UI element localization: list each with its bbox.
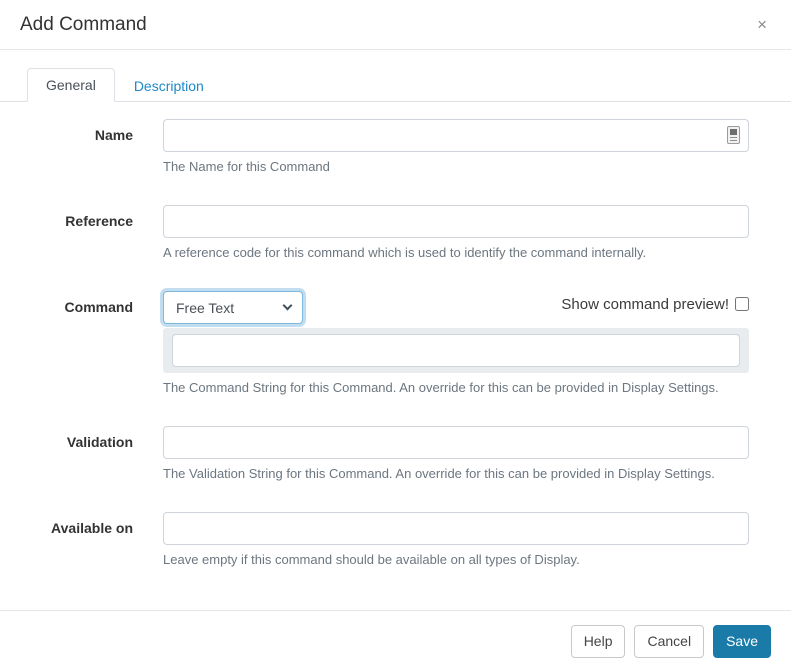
name-field-group: Name The Name for this Command [27, 119, 749, 175]
tab-general[interactable]: General [27, 68, 115, 102]
close-icon[interactable]: × [753, 14, 771, 35]
add-command-modal: Add Command × General Description Name T… [0, 0, 791, 672]
available-on-field-group: Available on Leave empty if this command… [27, 512, 749, 568]
validation-help: The Validation String for this Command. … [163, 466, 715, 481]
reference-help: A reference code for this command which … [163, 245, 647, 260]
validation-input[interactable] [163, 426, 749, 459]
name-help: The Name for this Command [163, 159, 330, 174]
reference-field-group: Reference A reference code for this comm… [27, 205, 749, 261]
command-field-group: Command Free Text Show command preview! [27, 291, 749, 396]
reference-input[interactable] [163, 205, 749, 238]
save-button[interactable]: Save [713, 625, 771, 658]
modal-header: Add Command × [0, 0, 791, 50]
tab-bar: General Description [0, 50, 791, 102]
command-label: Command [64, 299, 133, 315]
command-string-input[interactable] [172, 334, 740, 367]
available-on-input[interactable] [163, 512, 749, 545]
command-help: The Command String for this Command. An … [163, 380, 719, 395]
modal-title: Add Command [20, 14, 147, 35]
command-preview-label: Show command preview! [561, 296, 729, 313]
autofill-icon [727, 126, 740, 144]
command-preview-toggle: Show command preview! [561, 291, 749, 314]
modal-body: Name The Name for this Command Reference… [0, 102, 791, 643]
help-button[interactable]: Help [570, 625, 626, 658]
command-type-select[interactable]: Free Text [163, 291, 303, 324]
cancel-button[interactable]: Cancel [634, 625, 705, 658]
show-command-preview-checkbox[interactable] [735, 297, 749, 311]
validation-label: Validation [66, 434, 133, 450]
command-input-wrap [163, 328, 749, 373]
name-input[interactable] [163, 119, 749, 152]
available-on-help: Leave empty if this command should be av… [163, 552, 580, 567]
tab-description[interactable]: Description [115, 69, 223, 102]
modal-footer: Help Cancel Save [0, 610, 791, 672]
reference-label: Reference [65, 213, 133, 229]
available-on-label: Available on [51, 520, 133, 536]
validation-field-group: Validation The Validation String for thi… [27, 426, 749, 482]
name-label: Name [94, 127, 133, 143]
